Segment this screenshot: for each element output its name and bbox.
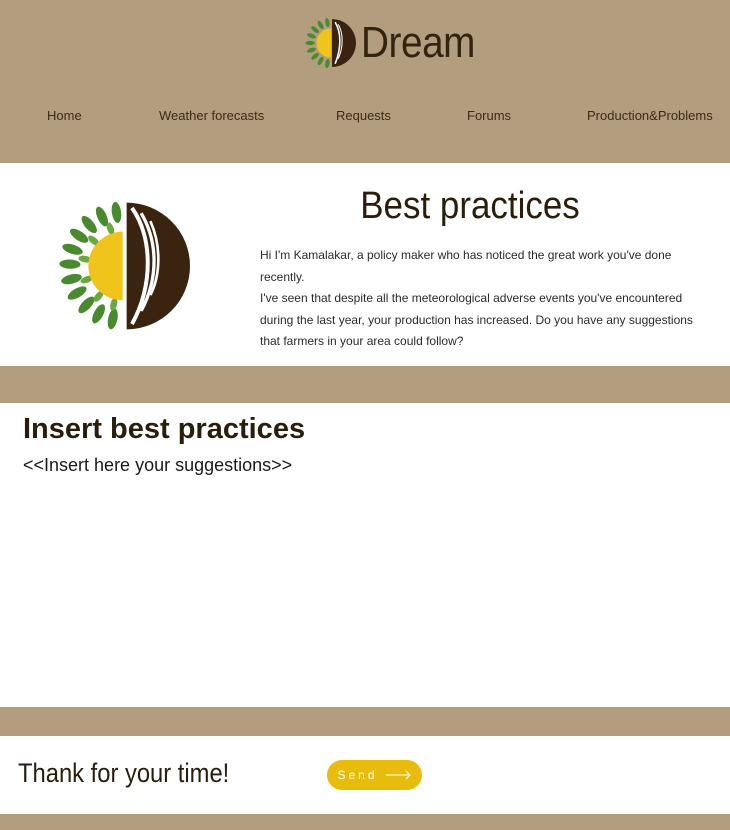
- nav-item-forums[interactable]: Forums: [467, 108, 511, 123]
- send-button[interactable]: Send: [327, 760, 422, 790]
- hero-section: Best practices Hi I'm Kamalakar, a polic…: [0, 163, 730, 366]
- arrow-right-icon: [385, 770, 411, 780]
- nav-item-production-problems[interactable]: Production&Problems: [587, 108, 713, 123]
- nav-item-home[interactable]: Home: [47, 108, 82, 123]
- brand-name: Dream: [361, 18, 475, 67]
- form-heading: Insert best practices: [23, 413, 306, 445]
- nav-item-requests[interactable]: Requests: [336, 108, 391, 123]
- page-title: Best practices: [360, 185, 580, 227]
- section-divider: [0, 707, 730, 736]
- section-divider: [0, 366, 730, 403]
- intro-text: Hi I'm Kamalakar, a policy maker who has…: [260, 245, 710, 353]
- page-bottom-band: [0, 814, 730, 830]
- wheat-sun-leaf-logo-icon: [59, 201, 190, 330]
- best-practices-form: Insert best practices: [0, 403, 730, 707]
- footer-section: Thank for your time! Send: [0, 736, 730, 814]
- intro-paragraph-1: Hi I'm Kamalakar, a policy maker who has…: [260, 248, 672, 284]
- thanks-text: Thank for your time!: [18, 758, 230, 788]
- brand[interactable]: Dream: [305, 17, 491, 69]
- nav-item-weather-forecasts[interactable]: Weather forecasts: [159, 108, 264, 123]
- site-header: Dream Home Weather forecasts Requests Fo…: [0, 0, 730, 163]
- main-nav: Home Weather forecasts Requests Forums P…: [0, 108, 730, 128]
- send-button-label: Send: [337, 768, 378, 782]
- intro-paragraph-2: I've seen that despite all the meteorolo…: [260, 291, 693, 349]
- wheat-sun-leaf-logo-icon: [305, 17, 356, 69]
- suggestions-input[interactable]: [20, 455, 716, 690]
